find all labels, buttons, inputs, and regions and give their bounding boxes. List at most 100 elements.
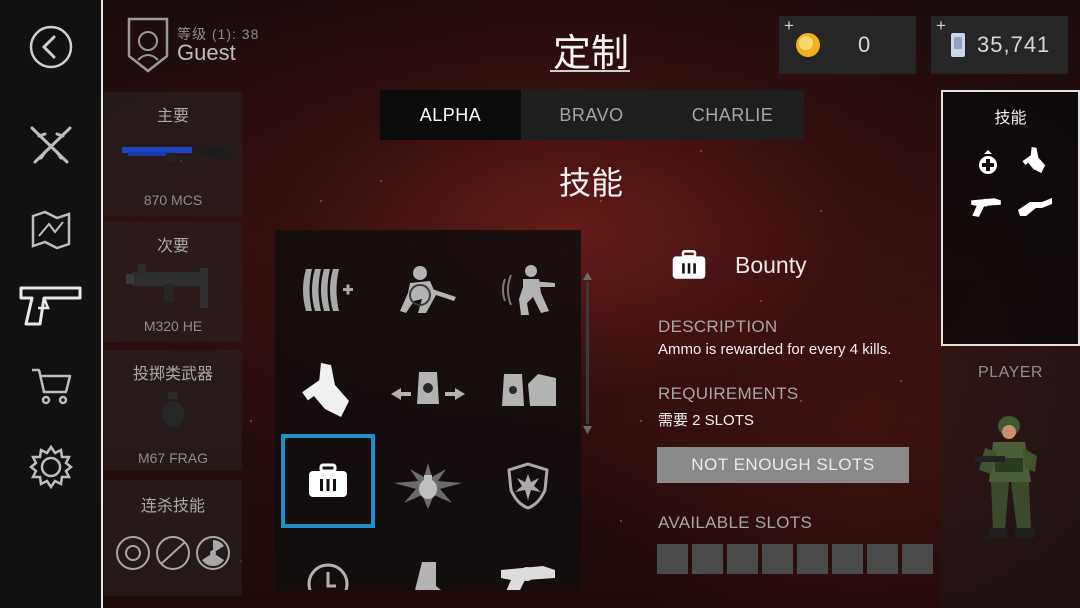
page-title: 定制 — [552, 31, 629, 75]
ember-particle — [800, 400, 802, 402]
requirements-label: REQUIREMENTS — [658, 384, 799, 403]
slot-box — [762, 544, 793, 574]
ember-particle — [700, 150, 702, 152]
throwable-name: M67 FRAG — [137, 450, 208, 466]
perk-silent-step[interactable] — [381, 535, 475, 590]
grabbing-hand-icon — [1022, 146, 1046, 174]
perk-prone-sniper[interactable] — [381, 243, 475, 337]
killstreak-slot[interactable]: 连杀技能 — [104, 480, 242, 596]
stopwatch-icon — [307, 563, 349, 590]
revolver-icon — [971, 198, 1001, 217]
primary-weapon-slot[interactable]: 主要 870 MCS — [104, 92, 242, 216]
equipped-skills-panel[interactable]: 技能 — [941, 90, 1080, 346]
tab-charlie[interactable]: CHARLIE — [662, 90, 803, 140]
ember-particle — [320, 200, 322, 202]
extra-ammo-icon — [303, 269, 353, 311]
sidebar-item-loadout[interactable] — [0, 284, 101, 328]
perk-flak[interactable] — [381, 439, 475, 533]
crouching-soldier-icon — [400, 266, 456, 313]
perk-bounty[interactable] — [281, 434, 375, 528]
add-coins-icon[interactable]: + — [784, 16, 794, 36]
ember-particle — [900, 380, 902, 382]
uav-icon — [116, 536, 150, 570]
ember-particle — [620, 520, 622, 522]
rank-badge-icon — [127, 17, 169, 73]
secondary-weapon-name: M320 HE — [143, 318, 203, 334]
perk-tabs: ALPHA BRAVO CHARLIE — [380, 90, 804, 140]
perk-sprint[interactable] — [481, 243, 575, 337]
description-label: DESCRIPTION — [658, 317, 778, 336]
blast-shield-icon — [507, 462, 549, 510]
gold-coin-icon — [796, 33, 820, 57]
title-underline — [550, 70, 630, 72]
player-name: Guest — [177, 40, 236, 65]
perk-timer[interactable] — [281, 535, 375, 590]
dog-tag-icon — [951, 33, 965, 57]
ember-particle — [250, 420, 252, 422]
gear-icon — [28, 444, 73, 490]
primary-heading: 主要 — [156, 106, 189, 125]
frag-grenade-icon — [162, 392, 184, 427]
back-button[interactable] — [0, 24, 101, 70]
shopping-cart-icon — [31, 368, 71, 405]
secondary-heading: 次要 — [156, 236, 189, 255]
killstreak-icons — [116, 536, 230, 570]
slot-box — [727, 544, 758, 574]
loadout-column: 主要 870 MCS 次要 M320 HE 投掷类武器 M67 FRAG 连杀技… — [104, 88, 242, 608]
sniper-rifle-icon — [1018, 198, 1052, 216]
slot-box — [657, 544, 688, 574]
coins-counter[interactable]: + 0 — [779, 16, 916, 74]
crossed-rifles-icon — [30, 126, 71, 164]
perk-requirements: 需要 2 SLOTS — [658, 412, 754, 429]
turret-fast-icon — [502, 374, 556, 406]
section-title: 技能 — [558, 164, 623, 202]
perk-sidearm[interactable] — [481, 535, 575, 590]
ammo-case-icon — [309, 463, 347, 497]
back-arrow-icon — [29, 25, 72, 69]
killstreak-heading: 连杀技能 — [140, 496, 205, 515]
cash-counter[interactable]: + 35,741 — [931, 16, 1068, 74]
throwable-heading: 投掷类武器 — [132, 364, 213, 383]
sidebar-item-weapons[interactable] — [0, 122, 101, 168]
perk-side-step[interactable] — [381, 343, 475, 437]
perk-quick-recovery[interactable] — [481, 343, 575, 437]
throwable-slot[interactable]: 投掷类武器 M67 FRAG — [104, 350, 242, 470]
sidebar-item-settings[interactable] — [0, 444, 101, 490]
slot-box — [692, 544, 723, 574]
player-heading: PLAYER — [978, 364, 1043, 381]
perk-blast-shield[interactable] — [481, 439, 575, 533]
perk-description: Ammo is rewarded for every 4 kills. — [658, 341, 892, 358]
pistol-icon — [19, 286, 81, 326]
available-slots-label: AVAILABLE SLOTS — [658, 513, 813, 532]
slot-box — [902, 544, 933, 574]
perk-grid — [275, 230, 581, 590]
shotgun-icon — [122, 146, 232, 162]
slot-box — [797, 544, 828, 574]
perk-extra-ammo[interactable] — [281, 243, 375, 337]
primary-weapon-name: 870 MCS — [143, 192, 203, 208]
tab-bravo[interactable]: BRAVO — [521, 90, 662, 140]
available-slots-bar — [657, 544, 933, 574]
perk-fast-grab[interactable] — [281, 343, 375, 437]
not-enough-slots-button[interactable]: NOT ENOUGH SLOTS — [657, 447, 909, 483]
ammo-case-icon — [672, 250, 706, 279]
medic-plus-icon — [979, 150, 997, 174]
coins-value: 0 — [858, 32, 872, 57]
grenade-blast-icon — [394, 463, 462, 509]
revolver-icon — [501, 566, 555, 590]
sidebar-item-map[interactable] — [0, 210, 101, 250]
map-icon — [31, 210, 70, 250]
tab-alpha[interactable]: ALPHA — [380, 90, 521, 140]
running-soldier-icon — [502, 265, 555, 315]
secondary-weapon-slot[interactable]: 次要 M320 HE — [104, 222, 242, 342]
sidebar-item-store[interactable] — [0, 366, 101, 406]
soldier-avatar — [975, 416, 1037, 538]
perk-scrollbar[interactable] — [583, 272, 592, 434]
perk-name: Bounty — [735, 252, 807, 278]
add-cash-icon[interactable]: + — [936, 16, 946, 36]
cash-value: 35,741 — [977, 32, 1051, 57]
ember-particle — [820, 210, 822, 212]
slot-box — [867, 544, 898, 574]
skills-heading: 技能 — [994, 108, 1027, 127]
move-sideways-icon — [391, 372, 465, 404]
